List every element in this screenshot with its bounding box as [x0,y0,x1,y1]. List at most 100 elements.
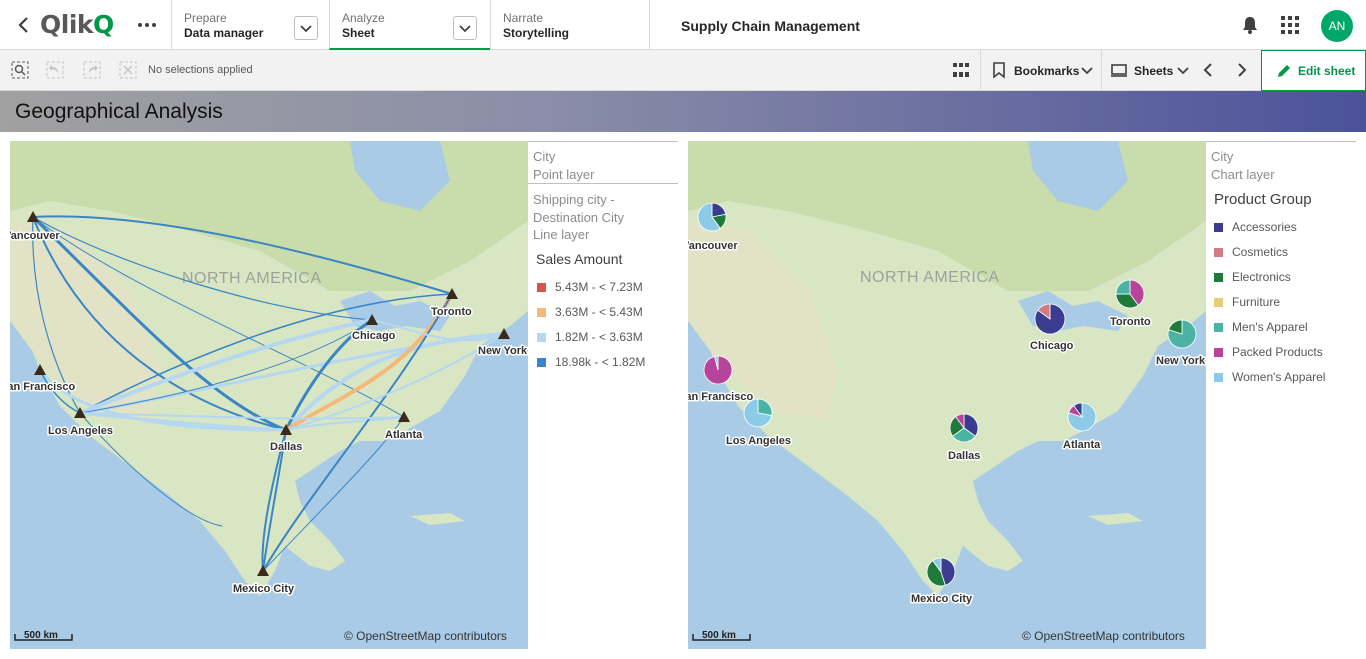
chart-layer-name: Chart layer [1211,167,1275,182]
sheets-icon [1111,64,1127,77]
selection-toolbar: No selections applied Bookmarks Sheets E… [0,50,1366,91]
toolbar-divider [1101,50,1102,91]
legend-swatch [1214,298,1223,307]
legend-swatch [1214,348,1223,357]
chart-layer-field: City [1211,149,1234,164]
clear-selections-icon[interactable] [119,61,137,79]
city-label: Vancouver [10,230,60,242]
edit-sheet-label: Edit sheet [1298,64,1356,78]
top-navigation-bar: QlikQ Prepare Data manager Analyze Sheet… [0,0,1366,50]
caribbean-island [410,513,465,525]
city-pie-chart[interactable] [1167,319,1197,349]
analyze-dropdown-button[interactable] [453,16,477,40]
product-group-map[interactable]: NORTH AMERICA Vancouver San Francisco Lo… [688,141,1206,649]
app-launcher-grid-icon[interactable] [1281,16,1299,34]
nav-analyze[interactable]: Analyze Sheet [329,0,490,50]
city-label: New York [1156,355,1206,367]
chevron-down-icon[interactable] [1078,61,1096,79]
legend-label: 1.82M - < 3.63M [555,330,643,344]
city-label: San Francisco [10,381,75,393]
edit-sheet-button[interactable]: Edit sheet [1261,50,1366,91]
legend-swatch [537,333,546,342]
city-label: Chicago [352,330,396,342]
legend-label: Electronics [1232,270,1291,284]
notifications-bell-icon[interactable] [1240,15,1260,35]
line-layer-name: Line layer [533,227,590,242]
map-scale: 500 km [692,630,751,641]
qlik-logo[interactable]: QlikQ [40,11,114,39]
city-label: Chicago [1030,340,1074,352]
chevron-down-icon [459,25,471,33]
city-label: New York [478,345,528,357]
sheet-title: Geographical Analysis [15,100,223,123]
nav-analyze-value: Sheet [342,26,375,40]
bookmarks-button[interactable]: Bookmarks [1014,64,1079,78]
city-pie-chart[interactable] [949,413,979,443]
city-pie-chart[interactable] [1034,303,1066,335]
city-pie-chart[interactable] [1115,279,1145,309]
toolbar-divider [980,50,981,91]
legend-label: 18.98k - < 1.82M [555,355,646,369]
city-label: Mexico City [911,593,973,605]
legend-swatch [1214,373,1223,382]
legend-divider [1206,141,1356,142]
legend-label: 5.43M - < 7.23M [555,280,643,294]
nav-narrate-label: Narrate [503,11,544,25]
sales-legend-title: Sales Amount [536,251,623,267]
line-layer-field: Shipping city - Destination City [533,192,625,225]
pencil-icon [1278,65,1290,77]
map-attribution[interactable]: © OpenStreetMap contributors [344,629,507,643]
city-pie-chart[interactable] [743,398,773,428]
legend-label: Cosmetics [1232,245,1289,259]
legend-swatch [537,358,546,367]
city-label: Los Angeles [48,425,113,437]
nav-prepare-label: Prepare [184,11,227,25]
legend-swatch [1214,223,1223,232]
legend-label: Women's Apparel [1232,370,1326,384]
smart-search-icon[interactable] [11,61,29,79]
city-label: Dallas [948,450,980,462]
nav-narrate[interactable]: Narrate Storytelling [490,0,650,50]
nav-analyze-label: Analyze [342,11,385,25]
app-title: Supply Chain Management [681,18,860,34]
legend-label: 3.63M - < 5.43M [555,305,643,319]
chevron-down-icon[interactable] [1174,61,1192,79]
city-label: San Francisco [688,391,753,403]
city-pie-chart[interactable] [703,355,733,385]
user-avatar[interactable]: AN [1321,10,1353,42]
legend-swatch [1214,273,1223,282]
city-label: Atlanta [385,429,423,441]
city-pie-chart[interactable] [1067,402,1097,432]
chevron-down-icon [300,25,312,33]
asset-panel-grid-icon[interactable] [952,61,970,79]
previous-sheet-icon[interactable] [1200,61,1218,79]
continent-label: NORTH AMERICA [860,269,1000,286]
map-attribution[interactable]: © OpenStreetMap contributors [1022,629,1185,643]
sheets-button[interactable]: Sheets [1134,64,1173,78]
legend-label: Packed Products [1232,345,1323,359]
city-label: Los Angeles [726,435,791,447]
scale-label: 500 km [702,630,736,641]
city-label: Toronto [431,306,472,318]
step-forward-icon[interactable] [83,61,101,79]
more-options-icon[interactable] [136,15,158,35]
nav-narrate-value: Storytelling [503,26,570,40]
caribbean-island [1088,513,1143,525]
legend-divider [528,183,678,184]
map-canvas[interactable]: NORTH AMERICA Vancouver San Francisco Lo… [688,141,1206,649]
bookmark-icon [993,62,1005,79]
selections-status: No selections applied [148,64,253,76]
legend-label: Accessories [1232,220,1297,234]
city-label: Vancouver [688,240,738,252]
shipping-routes-map[interactable]: NORTH AMERICA ancouver an Francisco Los … [10,141,528,649]
back-arrow-icon[interactable] [14,14,34,36]
next-sheet-icon[interactable] [1232,61,1250,79]
nav-prepare[interactable]: Prepare Data manager [171,0,329,50]
city-pie-chart[interactable] [697,202,727,232]
prepare-dropdown-button[interactable] [294,16,318,40]
step-back-icon[interactable] [46,61,64,79]
point-layer-field: City [533,149,556,164]
legend-swatch [1214,323,1223,332]
map-canvas[interactable]: NORTH AMERICA ancouver an Francisco Los … [10,141,528,649]
city-pie-chart[interactable] [926,557,956,587]
